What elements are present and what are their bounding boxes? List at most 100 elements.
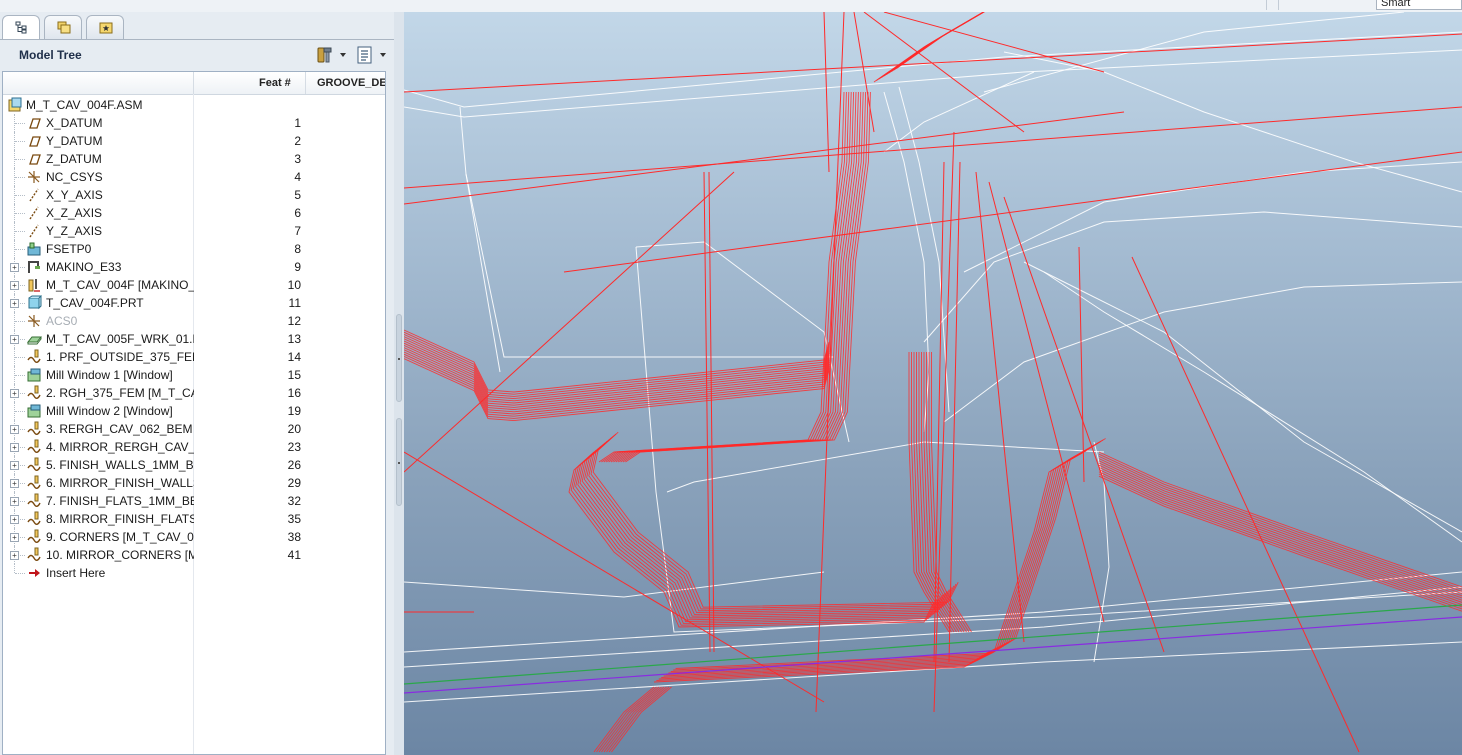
expand-toggle[interactable]: + — [10, 299, 19, 308]
toolpath-pass — [605, 91, 852, 463]
toolpath-pass — [583, 439, 950, 615]
operation-icon — [26, 277, 42, 293]
tree-row-label: 5. FINISH_WALLS_1MM_BEM — [46, 458, 194, 472]
tree-row-feat-number: 16 — [287, 386, 301, 400]
rapid-move-line — [404, 106, 1462, 189]
filter-combo[interactable]: Smart — [1376, 0, 1462, 10]
tree-row[interactable]: 1. PRF_OUTSIDE_375_FEM [M_T_CAV_004F] 14 — [3, 348, 385, 366]
expand-toggle[interactable]: + — [10, 551, 19, 560]
toolpath-pass — [572, 448, 939, 624]
tree-row[interactable]: +6. MIRROR_FINISH_WALLS_1MM_BEM 29 — [3, 474, 385, 492]
tree-row[interactable]: + MAKINO_E33 9 — [3, 258, 385, 276]
toolpath-step-icon — [26, 511, 42, 527]
tree-row[interactable]: +5. FINISH_WALLS_1MM_BEM 26 — [3, 456, 385, 474]
tree-row-feat-number: 6 — [294, 206, 301, 220]
workpiece-icon — [26, 331, 43, 347]
expand-toggle[interactable]: + — [10, 281, 19, 290]
favorites-icon — [99, 22, 113, 34]
expand-toggle[interactable]: + — [10, 443, 19, 452]
model-edge — [983, 12, 1405, 93]
expand-toggle[interactable]: + — [10, 479, 19, 488]
expand-toggle[interactable]: + — [10, 389, 19, 398]
tree-show-button[interactable] — [354, 45, 388, 65]
model-tree-tab[interactable] — [2, 15, 40, 40]
toolpath-display[interactable] — [404, 12, 1462, 755]
machine-icon — [26, 259, 42, 275]
column-header-row: Feat # GROOVE_DEP — [3, 72, 385, 95]
splitter-dot — [398, 358, 400, 360]
expand-toggle[interactable]: + — [10, 533, 19, 542]
x-axis-line — [404, 604, 1462, 685]
rapid-move-line — [883, 12, 1105, 73]
tree-row[interactable]: + M_T_CAV_004F [MAKINO_E33] 10 — [3, 276, 385, 294]
tree-row-label: 10. MIRROR_CORNERS [M_T_CAV_004F] — [46, 548, 194, 562]
tree-row[interactable]: NC_CSYS 4 — [3, 168, 385, 186]
model-tree[interactable]: Feat # GROOVE_DEP M_T_CAV_004F.ASM X_DAT… — [2, 71, 386, 755]
tree-row[interactable]: X_DATUM 1 — [3, 114, 385, 132]
toolpath-step-icon — [26, 475, 42, 491]
tree-row-feat-number: 38 — [287, 530, 301, 544]
toolpath-pass — [665, 444, 1097, 675]
tree-row[interactable]: +7. FINISH_FLATS_1MM_BEM 32 — [3, 492, 385, 510]
rapid-move-line — [853, 12, 875, 133]
tree-row[interactable]: Z_DATUM 3 — [3, 150, 385, 168]
graphics-window[interactable] — [404, 12, 1462, 755]
tree-row[interactable]: +8. MIRROR_FINISH_FLATS_1MM_BEM 35 — [3, 510, 385, 528]
tree-row[interactable]: Y_DATUM 2 — [3, 132, 385, 150]
tree-row[interactable]: ACS0 12 — [3, 312, 385, 330]
tree-row[interactable]: + M_T_CAV_005F_WRK_01.PRT 13 — [3, 330, 385, 348]
tree-row-feat-number: 13 — [287, 332, 301, 346]
tree-row[interactable]: Insert Here — [3, 564, 385, 582]
toolpath-pass — [588, 435, 955, 612]
tree-row[interactable]: +3. RERGH_CAV_062_BEM [M_T_CAV_004F] 20 — [3, 420, 385, 438]
tree-settings-button[interactable] — [314, 45, 348, 65]
tree-row[interactable]: Mill Window 2 [Window] 19 — [3, 402, 385, 420]
tree-row[interactable]: + T_CAV_004F.PRT 11 — [3, 294, 385, 312]
toolpath-pass — [658, 448, 1090, 680]
tree-row-feat-number: 26 — [287, 458, 301, 472]
expand-toggle[interactable]: + — [10, 335, 19, 344]
tree-row-label: Mill Window 1 [Window] — [46, 368, 173, 382]
toolpath-pass — [570, 449, 937, 626]
favorites-tab[interactable] — [86, 15, 124, 39]
model-edge — [635, 241, 850, 443]
toolpath-pass — [888, 12, 985, 74]
toolbar-separator — [1266, 0, 1267, 10]
datum-plane-icon — [26, 151, 42, 167]
tree-row[interactable]: Mill Window 1 [Window] 15 — [3, 366, 385, 384]
toolpath-pass — [568, 451, 935, 628]
tree-row-label: Insert Here — [46, 566, 106, 580]
column-header-groove-depth[interactable]: GROOVE_DEP — [317, 77, 385, 89]
expand-toggle[interactable]: + — [10, 425, 19, 434]
tree-row[interactable]: +9. CORNERS [M_T_CAV_004F] 38 — [3, 528, 385, 546]
tree-row[interactable]: Y_Z_AXIS 7 — [3, 222, 385, 240]
expand-toggle[interactable]: + — [10, 263, 19, 272]
tree-row[interactable]: +10. MIRROR_CORNERS [M_T_CAV_004F] 41 — [3, 546, 385, 564]
tree-row-feat-number: 11 — [288, 296, 301, 310]
model-edge — [1003, 51, 1462, 193]
tree-row[interactable]: +4. MIRROR_RERGH_CAV_062_BEM 23 — [3, 438, 385, 456]
tree-row-label: 7. FINISH_FLATS_1MM_BEM — [46, 494, 194, 508]
tree-row-feat-number: 2 — [294, 134, 301, 148]
tree-row-feat-number: 32 — [287, 494, 301, 508]
toolpath-pass — [1098, 451, 1462, 588]
column-header-feat[interactable]: Feat # — [259, 77, 291, 89]
model-edge — [635, 246, 1462, 633]
model-edge — [465, 173, 834, 358]
tree-row[interactable]: X_Z_AXIS 6 — [3, 204, 385, 222]
tree-row[interactable]: X_Y_AXIS 5 — [3, 186, 385, 204]
tree-row-label: NC_CSYS — [46, 170, 103, 184]
expand-toggle[interactable]: + — [10, 461, 19, 470]
expand-toggle[interactable]: + — [10, 515, 19, 524]
tree-row[interactable]: +2. RGH_375_FEM [M_T_CAV_004F] 16 — [3, 384, 385, 402]
toolpath-pass — [675, 438, 1106, 669]
folder-browser-tab[interactable] — [44, 15, 82, 39]
expand-toggle[interactable]: + — [10, 497, 19, 506]
tree-settings-icon — [317, 47, 332, 63]
toolpath-pass — [579, 442, 946, 619]
tree-row-root[interactable]: M_T_CAV_004F.ASM — [3, 96, 385, 114]
tree-row-label: M_T_CAV_004F [MAKINO_E33] — [46, 278, 194, 292]
panel-splitter[interactable] — [394, 12, 404, 755]
tree-row[interactable]: FSETP0 8 — [3, 240, 385, 258]
csys-icon — [26, 169, 42, 185]
